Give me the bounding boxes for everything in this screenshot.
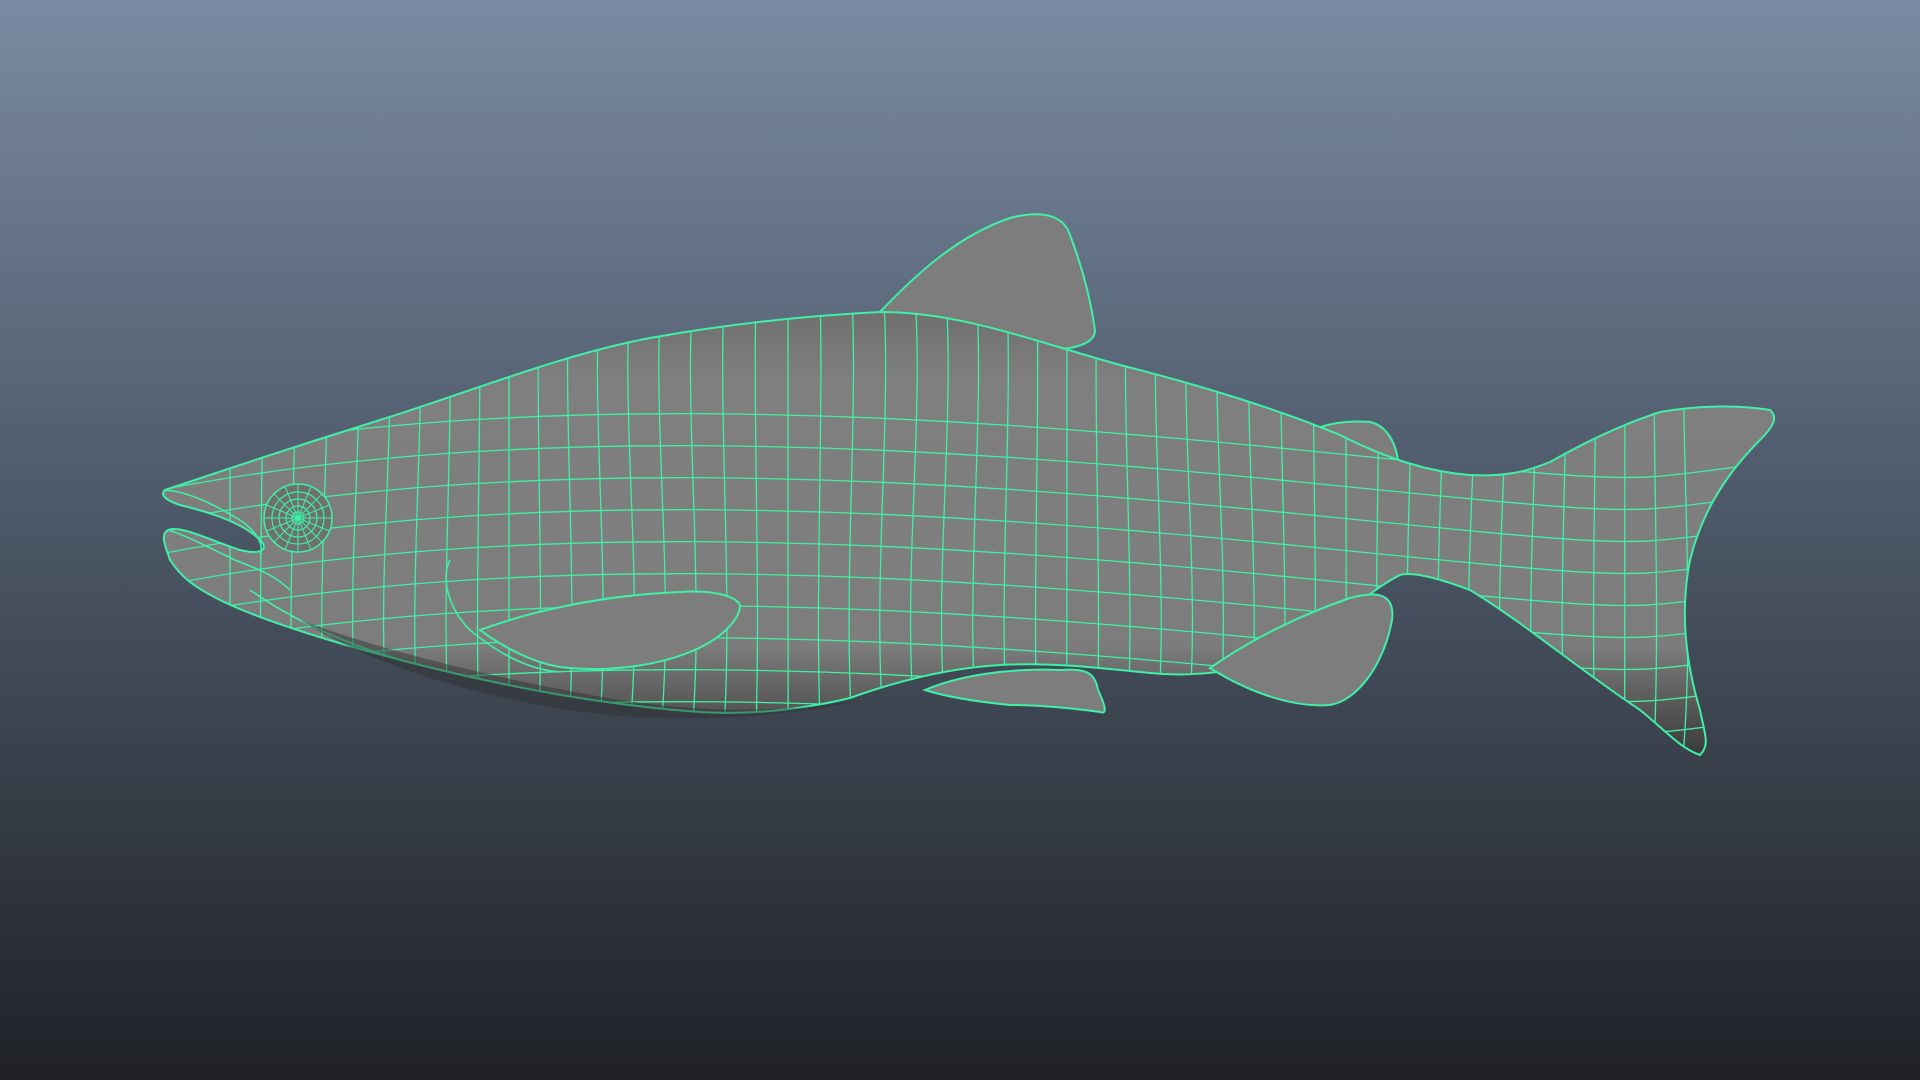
eye xyxy=(263,483,333,553)
maya-viewport-panel[interactable] xyxy=(0,0,1920,1080)
viewport-canvas[interactable] xyxy=(0,0,1920,1080)
